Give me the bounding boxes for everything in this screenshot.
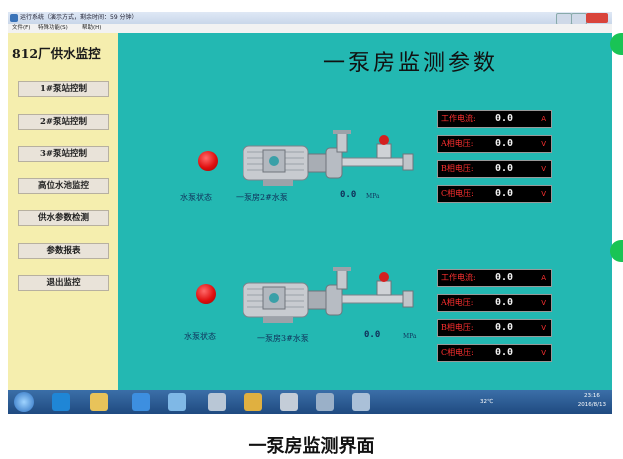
app-icon[interactable] — [168, 393, 186, 411]
readout-value: 0.0 — [495, 347, 514, 358]
main-panel: 一泵房监测参数 水泵状态 一泵房2#水泵 0.0 MPa 工作电流: 0.0 A… — [118, 33, 612, 390]
page-title: 一泵房监测参数 — [323, 51, 499, 76]
system-clock[interactable]: 23:16 2016/8/13 — [578, 392, 606, 410]
pump-status-label: 水泵状态 — [180, 193, 212, 202]
readout-label: C相电压: — [441, 189, 474, 198]
readout-unit: V — [541, 324, 546, 332]
readout-unit: V — [541, 140, 546, 148]
readout-value: 0.0 — [495, 113, 514, 124]
sidebar-title: 812厂供水监控 — [12, 46, 101, 61]
folder-icon[interactable] — [90, 393, 108, 411]
sidebar-item-exit[interactable]: 退出监控 — [18, 275, 109, 291]
browser-icon[interactable] — [132, 393, 150, 411]
phase-c-voltage-readout: C相电压: 0.0 V — [437, 185, 552, 203]
tool-icon[interactable] — [208, 393, 226, 411]
readout-label: 工作电流: — [441, 114, 476, 123]
readout-value: 0.0 — [495, 188, 514, 199]
readout-value: 0.0 — [495, 163, 514, 174]
readout-label: B相电压: — [441, 164, 474, 173]
app-icon — [10, 14, 18, 22]
menu-file[interactable]: 文件(F) — [12, 24, 30, 33]
readout-unit: A — [541, 274, 546, 282]
readout-value: 0.0 — [495, 297, 514, 308]
sidebar-item-pump-station-2[interactable]: 2#泵站控制 — [18, 114, 109, 130]
document-icon[interactable] — [316, 393, 334, 411]
readout-value: 0.0 — [495, 322, 514, 333]
pressure-value: 0.0 — [340, 190, 357, 200]
pump-name: 一泵房2#水泵 — [236, 193, 288, 202]
scada-icon[interactable] — [280, 393, 298, 411]
pump-name: 一泵房3#水泵 — [257, 334, 309, 343]
pressure-value: 0.0 — [364, 330, 381, 340]
readout-label: 工作电流: — [441, 273, 476, 282]
menu-special[interactable]: 特殊功能(S) — [38, 24, 68, 33]
tray-temperature: 32℃ — [480, 399, 494, 405]
pump-icon — [243, 130, 414, 186]
ie-icon[interactable] — [52, 393, 70, 411]
menu-bar: 文件(F) 特殊功能(S) 帮助(H) — [8, 24, 612, 33]
clock-date: 2016/8/13 — [577, 402, 606, 408]
menu-help[interactable]: 帮助(H) — [82, 24, 101, 33]
readout-label: B相电压: — [441, 323, 474, 332]
sidebar-item-pump-station-3[interactable]: 3#泵站控制 — [18, 146, 109, 162]
readout-value: 0.0 — [495, 138, 514, 149]
readout-value: 0.0 — [495, 272, 514, 283]
network-icon[interactable] — [352, 393, 370, 411]
window-title: 运行系统（演示方式，剩余时间：59 分钟） — [20, 14, 138, 21]
taskbar: 32℃ 23:16 2016/8/13 — [8, 390, 612, 414]
sidebar-item-reservoir[interactable]: 高位水池监控 — [18, 178, 109, 194]
start-button-icon[interactable] — [14, 392, 34, 412]
current-readout: 工作电流: 0.0 A — [437, 269, 552, 287]
sidebar-item-water-params[interactable]: 供水参数检测 — [18, 210, 109, 226]
readout-unit: V — [541, 349, 546, 357]
pump-icon — [243, 267, 414, 323]
phase-a-voltage-readout: A相电压: 0.0 V — [437, 135, 552, 153]
phase-c-voltage-readout: C相电压: 0.0 V — [437, 344, 552, 362]
pump-status-label: 水泵状态 — [184, 332, 216, 341]
pump-status-led — [198, 151, 218, 171]
readout-unit: V — [541, 190, 546, 198]
close-button[interactable] — [586, 13, 608, 23]
sidebar: 812厂供水监控 1#泵站控制 2#泵站控制 3#泵站控制 高位水池监控 供水参… — [8, 33, 118, 390]
pressure-unit: MPa — [403, 333, 417, 340]
figure-caption: 一泵房监测界面 — [248, 436, 375, 457]
readout-unit: V — [541, 165, 546, 173]
clock-time: 23:16 — [583, 393, 600, 399]
readout-label: A相电压: — [441, 298, 474, 307]
sidebar-item-pump-station-1[interactable]: 1#泵站控制 — [18, 81, 109, 97]
phase-b-voltage-readout: B相电压: 0.0 V — [437, 160, 552, 178]
phase-a-voltage-readout: A相电压: 0.0 V — [437, 294, 552, 312]
readout-label: C相电压: — [441, 348, 474, 357]
monitor-icon[interactable] — [244, 393, 262, 411]
current-readout: 工作电流: 0.0 A — [437, 110, 552, 128]
pressure-unit: MPa — [366, 193, 380, 200]
readout-label: A相电压: — [441, 139, 474, 148]
window-titlebar: 运行系统（演示方式，剩余时间：59 分钟） — [8, 12, 612, 25]
readout-unit: A — [541, 115, 546, 123]
phase-b-voltage-readout: B相电压: 0.0 V — [437, 319, 552, 337]
readout-unit: V — [541, 299, 546, 307]
sidebar-item-report[interactable]: 参数报表 — [18, 243, 109, 259]
pump-status-led — [196, 284, 216, 304]
